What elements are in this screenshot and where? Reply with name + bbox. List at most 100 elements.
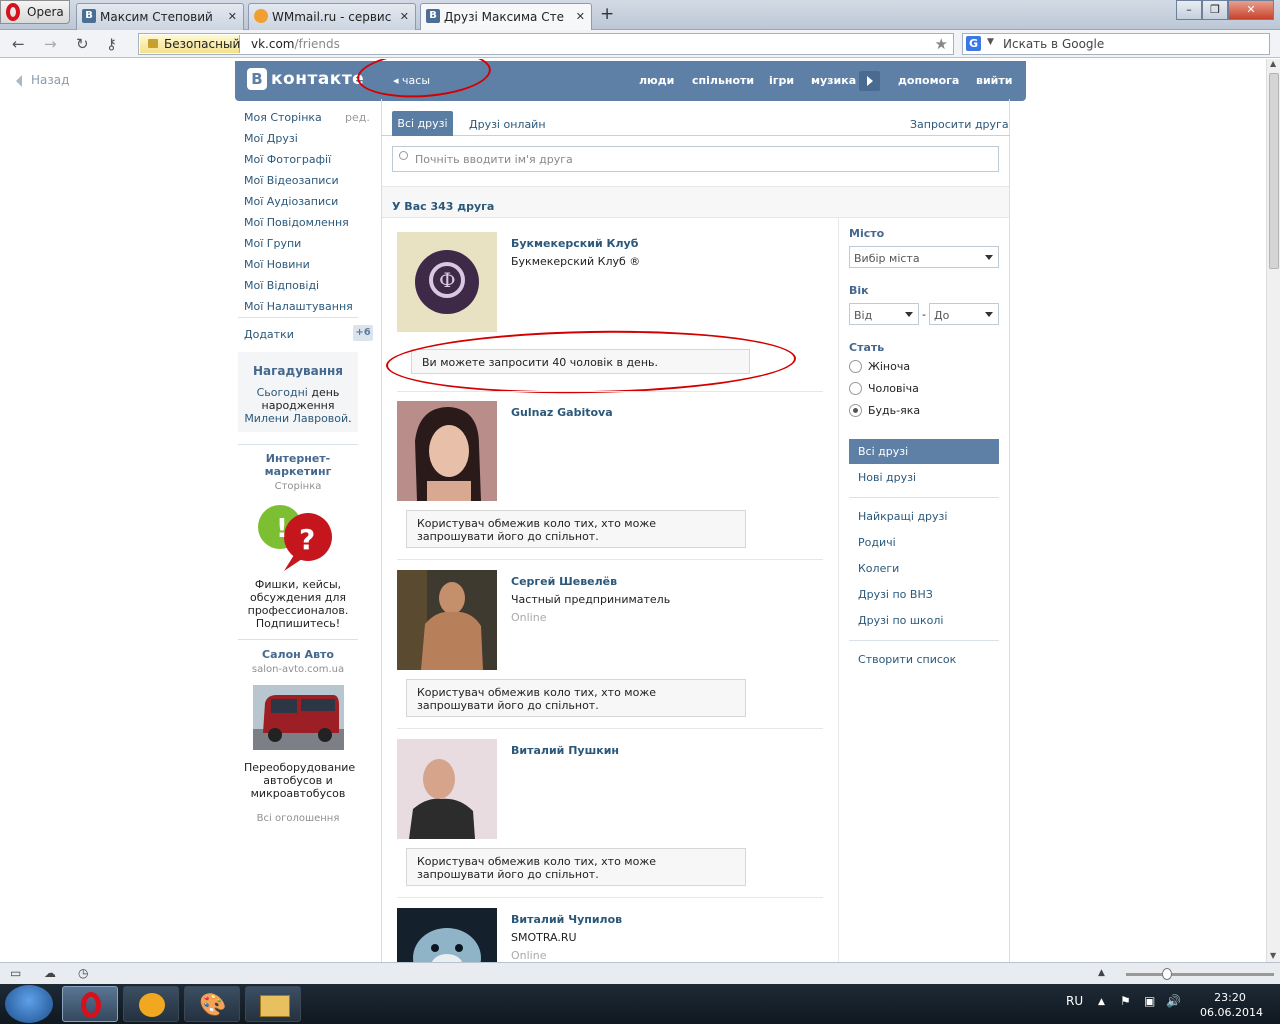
back-arrow-icon[interactable]: ← [12, 35, 25, 53]
vk-logo-icon[interactable]: В [247, 68, 267, 90]
security-badge[interactable]: Безопасный [140, 35, 240, 53]
music-play-icon[interactable] [859, 71, 880, 91]
ad-chat-bubbles-icon[interactable]: ! ? [256, 503, 342, 573]
city-select[interactable]: Вибір міста [849, 246, 999, 268]
list-all-friends[interactable]: Всі друзі [849, 439, 999, 464]
friend-avatar[interactable] [397, 739, 497, 839]
header-link-games[interactable]: ігри [769, 74, 794, 87]
taskbar-opera-button[interactable] [62, 986, 118, 1022]
friend-name[interactable]: Виталий Чупилов [511, 913, 622, 926]
clock[interactable]: 23:20 06.06.2014 [1200, 990, 1263, 1020]
key-icon[interactable]: ⚷ [106, 35, 117, 53]
tab-friends-online[interactable]: Друзі онлайн [469, 118, 546, 131]
new-tab-icon[interactable]: + [600, 4, 614, 24]
menu-my-groups[interactable]: Мої Групи [244, 237, 301, 250]
friend-name[interactable]: Gulnaz Gabitova [511, 406, 613, 419]
network-icon[interactable]: ▣ [1144, 994, 1155, 1008]
menu-my-page[interactable]: Моя Сторінка [244, 111, 322, 124]
header-link-help[interactable]: допомога [898, 74, 959, 87]
vk-logo-text[interactable]: контакте [271, 69, 364, 89]
menu-my-answers[interactable]: Мої Відповіді [244, 279, 319, 292]
minimize-icon[interactable]: – [1176, 0, 1202, 20]
friend-avatar[interactable] [397, 908, 497, 962]
reminder-today-link[interactable]: Сьогодні [257, 386, 308, 399]
list-university-friends[interactable]: Друзі по ВНЗ [858, 588, 933, 601]
zoom-slider[interactable] [1126, 973, 1274, 976]
header-link-logout[interactable]: вийти [976, 74, 1012, 87]
windows-start-icon[interactable] [5, 985, 53, 1023]
web-search-box[interactable]: G ▼ Искать в Google [962, 33, 1270, 55]
cloud-sync-icon[interactable]: ☁ [44, 966, 56, 980]
bookmark-star-icon[interactable]: ★ [935, 35, 948, 53]
friend-avatar[interactable] [397, 570, 497, 670]
close-window-icon[interactable]: ✕ [1228, 0, 1274, 20]
zoom-slider-knob[interactable] [1162, 968, 1172, 980]
panel-toggle-icon[interactable]: ▭ [10, 966, 21, 980]
radio-male[interactable] [849, 382, 862, 395]
ad-van-image[interactable] [253, 685, 344, 750]
friend-avatar[interactable] [397, 401, 497, 501]
taskbar-paint-button[interactable]: 🎨 [184, 986, 240, 1022]
friend-name[interactable]: Виталий Пушкин [511, 744, 619, 757]
opera-menu-button[interactable]: Opera [0, 0, 70, 24]
create-list-link[interactable]: Створити список [858, 653, 956, 666]
apps-count-badge[interactable]: +6 [353, 325, 373, 341]
url-bar[interactable]: Безопасный vk.com/friends ★ [138, 33, 954, 55]
friend-avatar[interactable]: Ф [397, 232, 497, 332]
tab-friends[interactable]: В Друзі Максима Степо... ✕ [420, 3, 592, 30]
header-link-communities[interactable]: спільноти [692, 74, 754, 87]
scroll-down-icon[interactable]: ▼ [1270, 951, 1276, 960]
tray-expand-icon[interactable]: ▲ [1098, 997, 1105, 1007]
list-colleagues[interactable]: Колеги [858, 562, 899, 575]
menu-my-photos[interactable]: Мої Фотографії [244, 153, 331, 166]
header-link-music[interactable]: музика [811, 74, 856, 87]
taskbar-explorer-button[interactable] [245, 986, 301, 1022]
invite-friend-link[interactable]: Запросити друга [910, 118, 1009, 131]
menu-my-audio[interactable]: Мої Аудіозаписи [244, 195, 338, 208]
ad-title[interactable]: Салон Авто [238, 648, 358, 661]
taskbar-app-button[interactable] [123, 986, 179, 1022]
friend-name[interactable]: Букмекерский Клуб [511, 237, 638, 250]
tab-maksym-stepovyi[interactable]: В Максим Степовий ✕ [76, 3, 244, 30]
age-from-select[interactable]: Від [849, 303, 919, 325]
url-text[interactable]: vk.com/friends [251, 37, 340, 51]
close-tab-icon[interactable]: ✕ [400, 10, 409, 23]
radio-female-label[interactable]: Жіноча [868, 360, 910, 373]
menu-my-messages[interactable]: Мої Повідомлення [244, 216, 349, 229]
action-center-icon[interactable]: ⚑ [1120, 994, 1131, 1008]
all-ads-link[interactable]: Всі оголошення [238, 813, 358, 824]
list-best-friends[interactable]: Найкращі друзі [858, 510, 947, 523]
close-tab-icon[interactable]: ✕ [228, 10, 237, 23]
reminder-name-link[interactable]: Милени Лавровой [244, 412, 348, 425]
radio-any[interactable] [849, 404, 862, 417]
back-link[interactable]: Назад [16, 73, 69, 87]
age-to-select[interactable]: До [929, 303, 999, 325]
list-new-friends[interactable]: Нові друзі [858, 471, 916, 484]
header-link-people[interactable]: люди [639, 74, 674, 87]
volume-icon[interactable]: 🔊 [1166, 994, 1181, 1008]
page-scrollbar[interactable]: ▲ ▼ [1266, 59, 1280, 962]
menu-my-settings[interactable]: Мої Налаштування [244, 300, 353, 313]
menu-my-news[interactable]: Мої Новини [244, 258, 310, 271]
radio-male-label[interactable]: Чоловіча [868, 382, 919, 395]
scrollbar-thumb[interactable] [1269, 73, 1279, 269]
friend-search-input[interactable]: Почніть вводити ім'я друга [392, 146, 999, 172]
menu-my-videos[interactable]: Мої Відеозаписи [244, 174, 339, 187]
menu-edit-link[interactable]: ред. [345, 111, 370, 124]
radio-any-label[interactable]: Будь-яка [868, 404, 920, 417]
ad-title[interactable]: Интернет-маркетинг [248, 452, 348, 478]
list-relatives[interactable]: Родичі [858, 536, 896, 549]
list-school-friends[interactable]: Друзі по школі [858, 614, 943, 627]
zoom-out-icon[interactable]: ▲ [1098, 968, 1105, 978]
tab-wmmail[interactable]: WMmail.ru - сервис п... ✕ [248, 3, 416, 30]
radio-female[interactable] [849, 360, 862, 373]
friend-name[interactable]: Сергей Шевелёв [511, 575, 617, 588]
close-tab-icon[interactable]: ✕ [576, 10, 585, 23]
language-indicator[interactable]: RU [1066, 994, 1083, 1008]
menu-apps[interactable]: Додатки [244, 328, 294, 341]
forward-arrow-icon[interactable]: → [44, 35, 57, 53]
reload-icon[interactable]: ↻ [76, 35, 89, 53]
maximize-icon[interactable]: ❐ [1202, 0, 1228, 20]
speed-dial-icon[interactable]: ◷ [78, 966, 88, 980]
menu-my-friends[interactable]: Мої Друзі [244, 132, 298, 145]
